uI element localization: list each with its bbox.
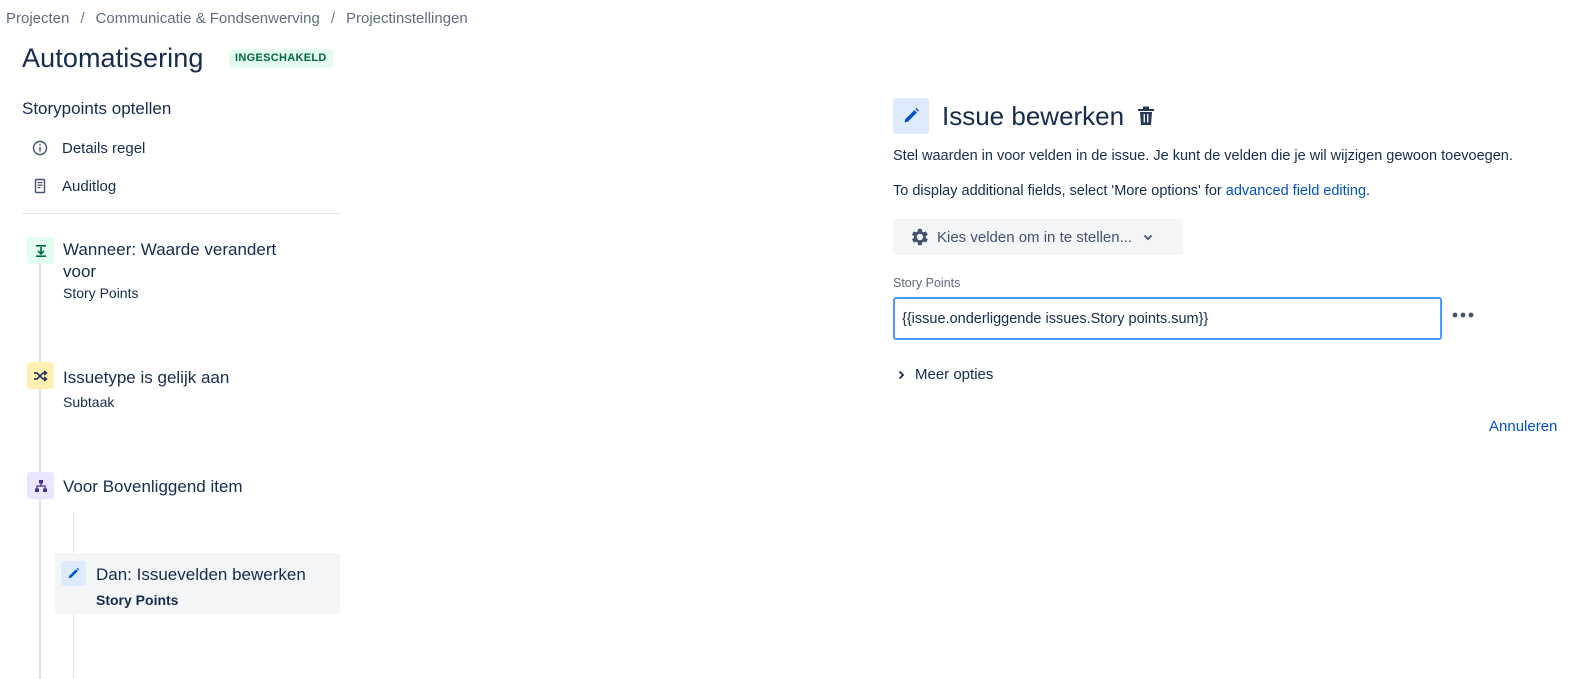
rule-name: Storypoints optellen	[22, 99, 172, 118]
info-icon	[30, 138, 50, 158]
story-points-input[interactable]	[893, 297, 1442, 340]
sidebar-item-auditlog[interactable]: Auditlog	[30, 174, 116, 198]
advanced-field-editing-link[interactable]: advanced field editing	[1226, 183, 1366, 199]
breadcrumb-project[interactable]: Communicatie & Fondsenwerving	[96, 10, 320, 27]
breadcrumb-projectinstellingen[interactable]: Projectinstellingen	[346, 10, 468, 27]
component-trigger[interactable]: Wanneer: Waarde verandert voor	[63, 239, 303, 283]
sidebar-item-label: Details regel	[62, 139, 146, 157]
panel-title: Issue bewerken	[942, 101, 1125, 131]
document-icon	[30, 176, 50, 196]
description-text: To display additional fields, select 'Mo…	[893, 183, 1226, 199]
breadcrumb-separator: /	[330, 10, 335, 27]
breadcrumb-separator: /	[80, 10, 85, 27]
gear-icon	[907, 225, 931, 249]
cancel-button[interactable]: Annuleren	[1489, 418, 1557, 435]
pencil-icon	[893, 98, 929, 134]
component-subtitle: Subtaak	[63, 394, 115, 410]
panel-description: Stel waarden in voor velden in de issue.…	[893, 148, 1513, 164]
breadcrumb: Projecten / Communicatie & Fondsenwervin…	[6, 10, 468, 27]
trash-icon[interactable]	[1135, 105, 1157, 127]
component-subtitle: Story Points	[63, 285, 139, 301]
more-options-label: Meer opties	[915, 366, 994, 383]
pencil-icon	[61, 561, 86, 586]
breadcrumb-projecten[interactable]: Projecten	[6, 10, 69, 27]
component-title-cont: voor	[63, 262, 97, 281]
description-suffix: .	[1366, 183, 1371, 199]
choose-fields-button[interactable]: Kies velden om in te stellen...	[893, 219, 1183, 255]
status-badge: INGESCHAKELD	[229, 49, 333, 68]
chevron-right-icon	[895, 368, 909, 382]
story-points-label: Story Points	[893, 276, 961, 290]
more-options-toggle[interactable]: Meer opties	[895, 366, 993, 383]
component-title: Wanneer: Waarde verandert	[63, 240, 277, 259]
trigger-icon	[27, 237, 54, 264]
hierarchy-icon	[27, 472, 54, 499]
panel-description-advanced: To display additional fields, select 'Mo…	[893, 183, 1370, 199]
sidebar-divider	[22, 213, 340, 214]
more-actions-icon[interactable]	[1451, 303, 1475, 327]
component-branch[interactable]: Voor Bovenliggend item	[63, 476, 243, 498]
page-title: Automatisering	[22, 43, 204, 73]
chevron-down-icon	[1142, 230, 1156, 244]
shuffle-icon	[27, 362, 54, 389]
component-title: Dan: Issuevelden bewerken	[96, 565, 306, 584]
choose-fields-label: Kies velden om in te stellen...	[937, 228, 1133, 246]
rule-connector-line	[39, 262, 41, 679]
sidebar-item-details[interactable]: Details regel	[30, 136, 145, 160]
component-subtitle: Story Points	[96, 592, 179, 608]
sidebar-item-label: Auditlog	[62, 177, 117, 195]
component-condition[interactable]: Issuetype is gelijk aan	[63, 367, 229, 389]
